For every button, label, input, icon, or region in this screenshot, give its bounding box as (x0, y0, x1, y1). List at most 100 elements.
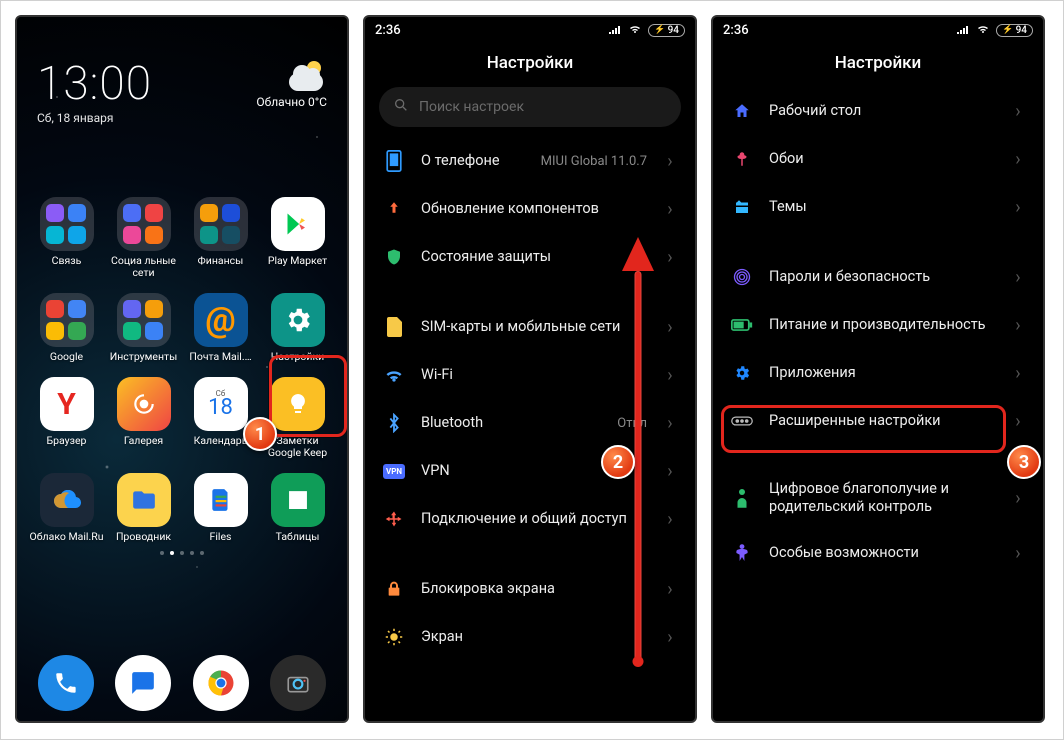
row-label: Wi-Fi (421, 366, 631, 384)
step-badge-3: 3 (1007, 445, 1041, 479)
app-label: Связь (52, 255, 82, 267)
status-time: 2:36 (375, 23, 608, 38)
app-sheets[interactable]: Таблицы (260, 473, 335, 543)
search-input[interactable]: Поиск настроек (379, 87, 681, 127)
folder-icon (117, 293, 171, 347)
app-explorer[interactable]: Проводник (106, 473, 181, 543)
page-title: Настройки (713, 43, 1043, 87)
app-keep[interactable]: Заметки Google Keep (260, 377, 335, 459)
signal-icon (956, 23, 970, 38)
app-play-market[interactable]: Play Маркет (260, 197, 335, 279)
clock-date: Сб, 18 января (37, 111, 152, 125)
row-accessibility[interactable]: Особые возможности › (719, 529, 1037, 577)
row-themes[interactable]: Темы › (719, 183, 1037, 231)
clock-time: 13:00 (37, 61, 152, 107)
search-placeholder: Поиск настроек (419, 99, 524, 115)
themes-icon (731, 196, 753, 218)
clock-weather-widget[interactable]: 13:00 Сб, 18 января Облачно 0°C (17, 43, 347, 129)
dock-phone[interactable] (38, 655, 94, 711)
chevron-right-icon: › (1011, 149, 1025, 170)
row-label: Рабочий стол (769, 102, 995, 120)
row-label: Экран (421, 628, 647, 646)
weather-widget[interactable]: Облачно 0°C (256, 61, 327, 109)
row-vpn[interactable]: VPN VPN › (371, 447, 689, 495)
dock-camera[interactable] (270, 655, 326, 711)
update-icon (383, 198, 405, 220)
row-battery-perf[interactable]: Питание и производительность › (719, 301, 1037, 349)
app-label: Галерея (124, 435, 163, 447)
row-about-phone[interactable]: О телефоне MIUI Global 11.0.7 › (371, 137, 689, 185)
app-mailru-cloud[interactable]: Облако Mail.Ru (29, 473, 104, 543)
row-apps[interactable]: Приложения › (719, 349, 1037, 397)
gallery-icon (117, 377, 171, 431)
apps-icon (731, 362, 753, 384)
apps-grid[interactable]: Связь Социа льные сети Финансы (17, 197, 347, 543)
row-display[interactable]: Экран › (371, 613, 689, 661)
app-folder-finance[interactable]: Финансы (183, 197, 258, 279)
row-label: Питание и производительность (769, 316, 995, 334)
app-folder-tools[interactable]: Инструменты (106, 293, 181, 363)
row-label: О телефоне (421, 152, 525, 170)
dock (17, 655, 347, 711)
row-lock-screen[interactable]: Блокировка экрана › (371, 565, 689, 613)
calendar-icon: Сб 18 (194, 377, 248, 431)
phone-settings-2: 2:36 ⚡94 Настройки Рабочий стол › Обои ›… (711, 15, 1045, 723)
app-mailru-mail[interactable]: @ Почта Mail.… (183, 293, 258, 363)
chevron-right-icon: › (1011, 411, 1025, 432)
app-label: Облако Mail.Ru (30, 531, 104, 543)
wifi-icon (383, 364, 405, 386)
app-label: Проводник (116, 531, 171, 543)
row-bluetooth[interactable]: Bluetooth Откл › (371, 399, 689, 447)
settings-list[interactable]: О телефоне MIUI Global 11.0.7 › Обновлен… (365, 137, 695, 661)
page-title: Настройки (365, 43, 695, 87)
row-component-updates[interactable]: Обновление компонентов › (371, 185, 689, 233)
wellbeing-icon (731, 487, 753, 509)
dock-chrome[interactable] (193, 655, 249, 711)
row-security-status[interactable]: Состояние защиты › (371, 233, 689, 281)
app-yandex-browser[interactable]: Y Браузер (29, 377, 104, 459)
page-indicator (17, 551, 347, 555)
folder-icon (194, 197, 248, 251)
battery-icon (731, 314, 753, 336)
app-files[interactable]: Files (183, 473, 258, 543)
share-icon (383, 508, 405, 530)
row-sim-cards[interactable]: SIM-карты и мобильные сети › (371, 303, 689, 351)
step-badge-2: 2 (601, 445, 635, 479)
play-store-icon (271, 197, 325, 251)
lock-icon (383, 578, 405, 600)
settings-icon (271, 293, 325, 347)
row-digital-wellbeing[interactable]: Цифровое благополучие и родительский кон… (719, 467, 1037, 529)
app-calendar[interactable]: Сб 18 Календарь (183, 377, 258, 459)
row-connection-sharing[interactable]: Подключение и общий доступ › (371, 495, 689, 543)
cloud-icon (40, 473, 94, 527)
row-label: Bluetooth (421, 414, 601, 432)
app-settings[interactable]: Настройки (260, 293, 335, 363)
weather-text: Облачно 0°C (256, 95, 327, 109)
phone-icon (383, 150, 405, 172)
row-wifi[interactable]: Wi-Fi › (371, 351, 689, 399)
app-folder-social[interactable]: Социа льные сети (106, 197, 181, 279)
battery-indicator: ⚡94 (996, 24, 1033, 37)
row-advanced-settings[interactable]: Расширенные настройки › (719, 397, 1037, 445)
app-folder-connect[interactable]: Связь (29, 197, 104, 279)
shield-icon (383, 246, 405, 268)
app-label: Браузер (47, 435, 87, 447)
row-value: MIUI Global 11.0.7 (541, 154, 647, 169)
row-home-screen[interactable]: Рабочий стол › (719, 87, 1037, 135)
search-icon (393, 97, 409, 117)
status-bar: 2:36 ⚡94 (713, 17, 1043, 43)
dock-messages[interactable] (115, 655, 171, 711)
row-passwords-security[interactable]: Пароли и безопасность › (719, 253, 1037, 301)
vpn-icon: VPN (383, 460, 405, 482)
chevron-right-icon: › (663, 461, 677, 482)
app-label: Таблицы (276, 531, 320, 543)
home-icon (731, 100, 753, 122)
explorer-icon (117, 473, 171, 527)
app-folder-google[interactable]: Google (29, 293, 104, 363)
app-label: Почта Mail.… (189, 351, 251, 363)
row-wallpaper[interactable]: Обои › (719, 135, 1037, 183)
row-label: Обои (769, 150, 995, 168)
row-label: Расширенные настройки (769, 412, 995, 430)
settings-list[interactable]: Рабочий стол › Обои › Темы › Пароли и бе… (713, 87, 1043, 577)
app-gallery[interactable]: Галерея (106, 377, 181, 459)
